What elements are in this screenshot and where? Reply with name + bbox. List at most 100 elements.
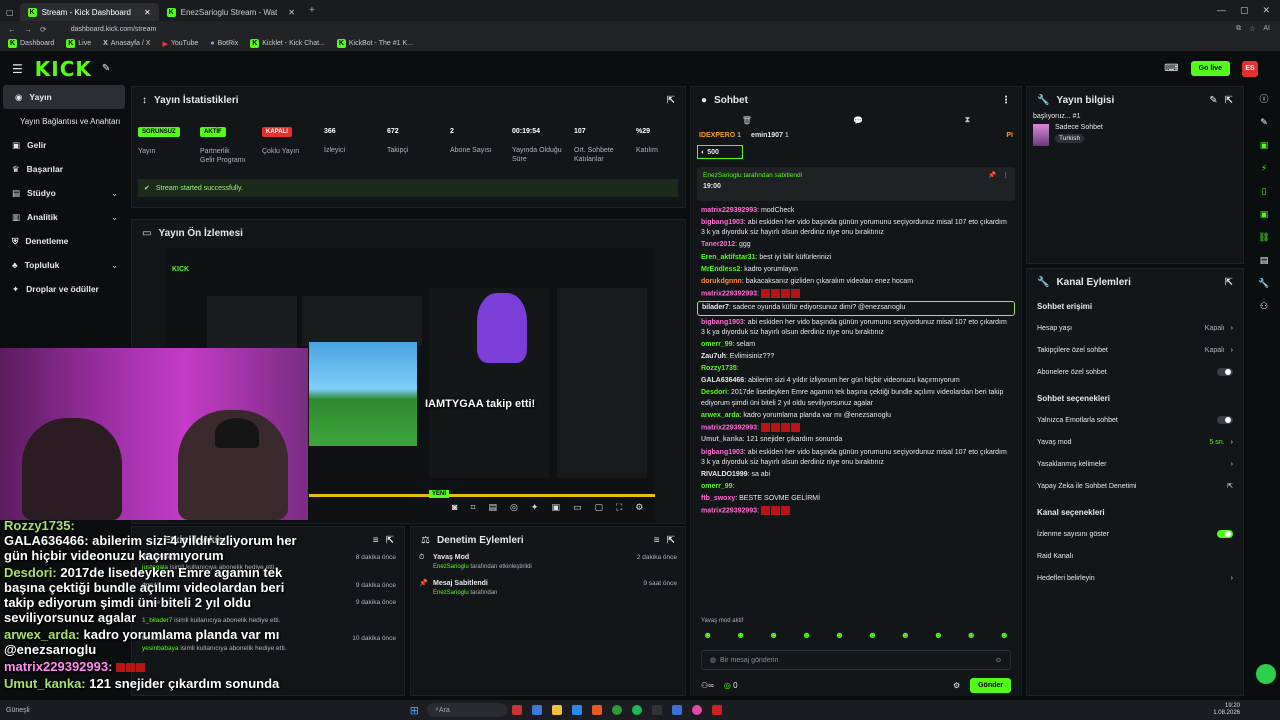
scene-icon[interactable]: ▣ xyxy=(551,502,560,513)
record-icon[interactable]: ◎ xyxy=(510,502,518,513)
sidebar-item-stream-key[interactable]: Yayın Bağlantısı ve Anahtarı xyxy=(0,109,128,133)
chat-username[interactable]: GALA636466 xyxy=(701,377,744,384)
chat-username[interactable]: MrEndless2 xyxy=(701,266,740,273)
sidebar-item-droplar[interactable]: ✦ Droplar ve ödüller xyxy=(0,277,128,301)
chat-message[interactable]: arwex_arda: kadro yorumlama planda var m… xyxy=(691,410,1021,422)
setting-row[interactable]: İzlenme sayısını göster xyxy=(1027,523,1243,545)
toggle-switch[interactable] xyxy=(1217,530,1233,538)
chat-username[interactable]: Umut_kanka xyxy=(701,436,743,443)
toggle-switch[interactable] xyxy=(1217,368,1233,376)
chrome-icon[interactable] xyxy=(611,705,622,715)
filter-icon[interactable]: ≡ xyxy=(373,535,379,546)
taskbar-search[interactable]: ⌕ Ara xyxy=(426,703,507,717)
chat-input[interactable]: ◍ Bir mesaj gönderin ☺ xyxy=(701,650,1011,670)
new-tab-icon[interactable]: + xyxy=(309,5,315,16)
go-live-button[interactable]: Go live xyxy=(1190,61,1230,76)
bookmark-dashboard[interactable]: K Dashboard xyxy=(8,39,54,48)
users-icon[interactable]: ⚇ xyxy=(1260,301,1268,312)
chat-username[interactable]: ftb_swoxy xyxy=(701,495,735,502)
camera-icon[interactable]: ◙ xyxy=(452,502,457,513)
avatar[interactable]: ES xyxy=(1242,60,1258,77)
chat-message[interactable]: Rozzy1735: xyxy=(691,363,1021,375)
fullscreen-icon[interactable]: ⛶ xyxy=(616,502,622,513)
sidebar-item-studyo[interactable]: ▤ Stüdyo ⌄ xyxy=(0,181,128,205)
users-icon[interactable]: ⚇∞ xyxy=(701,681,714,690)
minimize-icon[interactable]: — xyxy=(1217,5,1226,16)
tab-close-icon[interactable]: ✕ xyxy=(288,8,295,17)
trash-icon[interactable]: 🗑 xyxy=(742,116,752,125)
app-icon[interactable] xyxy=(571,705,582,715)
app-icon[interactable] xyxy=(711,705,722,715)
info-icon[interactable]: ⓘ xyxy=(1259,92,1268,105)
hamburger-menu-icon[interactable]: ☰ xyxy=(12,62,23,76)
sparkle-icon[interactable]: ✦ xyxy=(531,502,539,513)
spotify-icon[interactable] xyxy=(631,705,642,715)
steam-icon[interactable] xyxy=(651,705,662,715)
chat-username[interactable]: matrix229392993 xyxy=(701,207,757,214)
tab-close-icon[interactable]: ✕ xyxy=(144,8,151,17)
forward-icon[interactable]: → xyxy=(24,25,32,34)
sidebar-item-gelir[interactable]: ▣ Gelir xyxy=(0,133,128,157)
popout-icon[interactable]: ⇱ xyxy=(1225,95,1233,106)
keyboard-icon[interactable]: ⌨ xyxy=(1164,63,1178,74)
link-icon[interactable]: ⛓ xyxy=(1258,232,1269,243)
chat-message[interactable]: Taner2012: ggg xyxy=(691,239,1021,251)
url-input[interactable]: dashboard.kick.com/stream xyxy=(71,26,157,33)
emote-icon[interactable]: ☻ xyxy=(703,630,712,640)
bookmark-x[interactable]: X Anasayfa / X xyxy=(103,40,150,47)
extensions-icon[interactable]: ⧉ xyxy=(1236,25,1241,33)
emote-icon[interactable]: ☻ xyxy=(934,630,943,640)
app-icon[interactable] xyxy=(531,705,542,715)
back-icon[interactable]: ← xyxy=(8,25,16,34)
browser-tab-watch[interactable]: K EnezSarioglu Stream - Wat ✕ xyxy=(159,3,303,21)
chat-message[interactable]: Umut_kanka: 121 snejider çıkardım sonund… xyxy=(691,434,1021,446)
phone-icon[interactable]: ▯ xyxy=(1262,186,1267,197)
chat-username[interactable]: omerr_99 xyxy=(701,483,733,490)
kicks-counter[interactable]: ◐ 500 xyxy=(697,145,743,159)
chat-message[interactable]: matrix229392993: xyxy=(691,422,1021,434)
screen-icon[interactable]: ▭ xyxy=(573,502,582,513)
setting-row[interactable]: Yalnızca Emotlarla sohbet xyxy=(1027,409,1243,431)
chat-message[interactable]: Desdori: 2017de lisedeyken Emre agamın t… xyxy=(691,387,1021,409)
chat-message[interactable]: bigbang1903: abi eskiden her vido başınd… xyxy=(691,447,1021,469)
bookmark-botrix[interactable]: ● BotRix xyxy=(210,40,238,47)
chat-message[interactable]: bigbang1903: abi eskiden her vido başınd… xyxy=(691,217,1021,239)
browser-icon[interactable] xyxy=(591,705,602,715)
setting-row[interactable]: Hedefleri belirleyin › xyxy=(1027,567,1243,589)
sidebar-item-basarilar[interactable]: ♛ Başarılar xyxy=(0,157,128,181)
popout-icon[interactable]: ⇱ xyxy=(667,535,675,546)
setting-row[interactable]: Takipçilere özel sohbet Kapalı › xyxy=(1027,339,1243,361)
toggle-switch[interactable] xyxy=(1217,416,1233,424)
app-icon[interactable] xyxy=(671,705,682,715)
tool-icon[interactable]: ▣ xyxy=(1260,140,1269,151)
window-icon[interactable]: ▢ xyxy=(594,502,603,513)
windows-start-icon[interactable]: ⊞ xyxy=(410,704,419,717)
chat-message[interactable]: matrix229392993: xyxy=(691,288,1021,300)
chat-message[interactable]: MrEndless2: kadro yorumlayın xyxy=(691,264,1021,276)
emote-icon[interactable]: ☻ xyxy=(835,630,844,640)
chat-username[interactable]: Rozzy1735 xyxy=(701,365,737,372)
folder-icon[interactable] xyxy=(551,705,562,715)
pin-icon[interactable]: ✎ xyxy=(102,63,110,74)
chat-username[interactable]: Desdori xyxy=(701,389,727,396)
pinned-message[interactable]: EnezSarioglu tarafından sabitlendi 📌 ⋮ 19:… xyxy=(697,167,1015,201)
filter-icon[interactable]: ≡ xyxy=(654,535,660,546)
browser-tab-dashboard[interactable]: K Stream - Kick Dashboard ✕ xyxy=(19,3,159,21)
chat-message[interactable]: bilader7: sadece oyunda küfür ediyorsunu… xyxy=(697,301,1015,316)
chat-username[interactable]: omerr_99 xyxy=(701,341,733,348)
chat-message[interactable]: matrix229392993: xyxy=(691,505,1021,517)
popout-icon[interactable]: ⇱ xyxy=(386,535,394,546)
setting-row[interactable]: Abonelere özel sohbet xyxy=(1027,361,1243,383)
emote-icon[interactable]: ☻ xyxy=(736,630,745,640)
chat-message[interactable]: matrix229392993: modCheck xyxy=(691,205,1021,217)
crop-icon[interactable]: ⌗ xyxy=(470,502,475,513)
browser-menu-icon[interactable]: ▢ xyxy=(0,3,20,21)
settings-icon[interactable]: ⚙ xyxy=(635,502,643,513)
setting-row[interactable]: Yapay Zeka ile Sohbet Denetimi ⇱ xyxy=(1027,475,1243,497)
obs-icon[interactable] xyxy=(691,705,702,715)
popout-icon[interactable]: ⇱ xyxy=(667,95,675,106)
setting-row[interactable]: Yavaş mod 5 sn. › xyxy=(1027,431,1243,453)
layers-icon[interactable]: ▤ xyxy=(1260,255,1269,266)
sidebar-item-analitik[interactable]: ▥ Analitik ⌄ xyxy=(0,205,128,229)
edit-icon[interactable]: ✎ xyxy=(1209,95,1217,106)
